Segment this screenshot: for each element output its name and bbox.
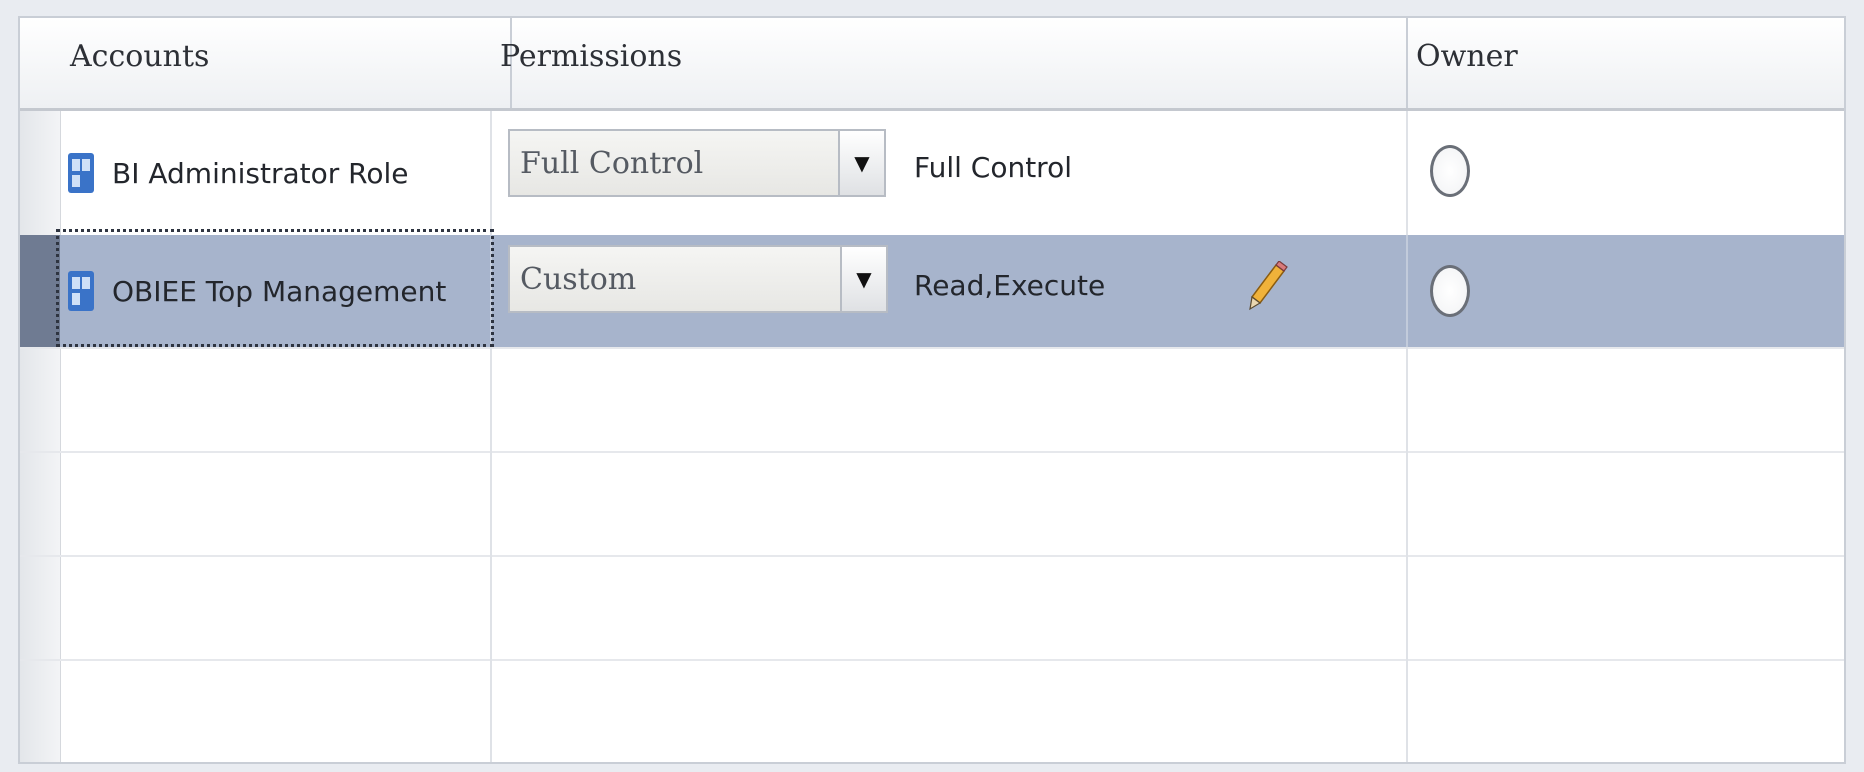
permissions-table: Accounts Permissions Owner BI Administra… — [18, 16, 1846, 764]
role-icon — [68, 153, 94, 193]
permission-detail: Full Control — [914, 151, 1072, 184]
empty-row — [20, 451, 1844, 557]
role-icon — [68, 271, 94, 311]
permission-select-value: Custom — [520, 261, 637, 297]
permission-select[interactable]: Full Control ▼ — [508, 129, 886, 197]
account-name: BI Administrator Role — [112, 156, 409, 190]
empty-row — [20, 555, 1844, 661]
column-header-permissions[interactable]: Permissions — [490, 18, 1408, 108]
empty-row — [20, 347, 1844, 453]
owner-radio[interactable] — [1430, 145, 1470, 197]
row-selected-marker — [20, 235, 60, 347]
dropdown-arrow-icon[interactable]: ▼ — [838, 131, 884, 195]
pencil-edit-icon[interactable] — [1246, 261, 1290, 311]
table-header: Accounts Permissions Owner — [20, 18, 1844, 111]
permissions-panel: Accounts Permissions Owner BI Administra… — [0, 0, 1864, 772]
permission-select-value: Full Control — [520, 145, 704, 181]
dropdown-arrow-icon[interactable]: ▼ — [840, 247, 886, 311]
table-row[interactable]: BI Administrator Role Full Control ▼ Ful… — [20, 111, 1844, 237]
empty-row — [20, 659, 1844, 762]
column-header-accounts[interactable]: Accounts — [60, 18, 512, 108]
account-cell: OBIEE Top Management — [68, 235, 486, 347]
permission-select[interactable]: Custom ▼ — [508, 245, 888, 313]
table-row-selected[interactable]: OBIEE Top Management Custom ▼ Read,Execu… — [20, 229, 1844, 349]
account-name: OBIEE Top Management — [112, 274, 447, 308]
permission-detail: Read,Execute — [914, 269, 1106, 302]
column-header-owner[interactable]: Owner — [1406, 18, 1844, 108]
account-cell: BI Administrator Role — [68, 111, 486, 235]
owner-radio[interactable] — [1430, 265, 1470, 317]
